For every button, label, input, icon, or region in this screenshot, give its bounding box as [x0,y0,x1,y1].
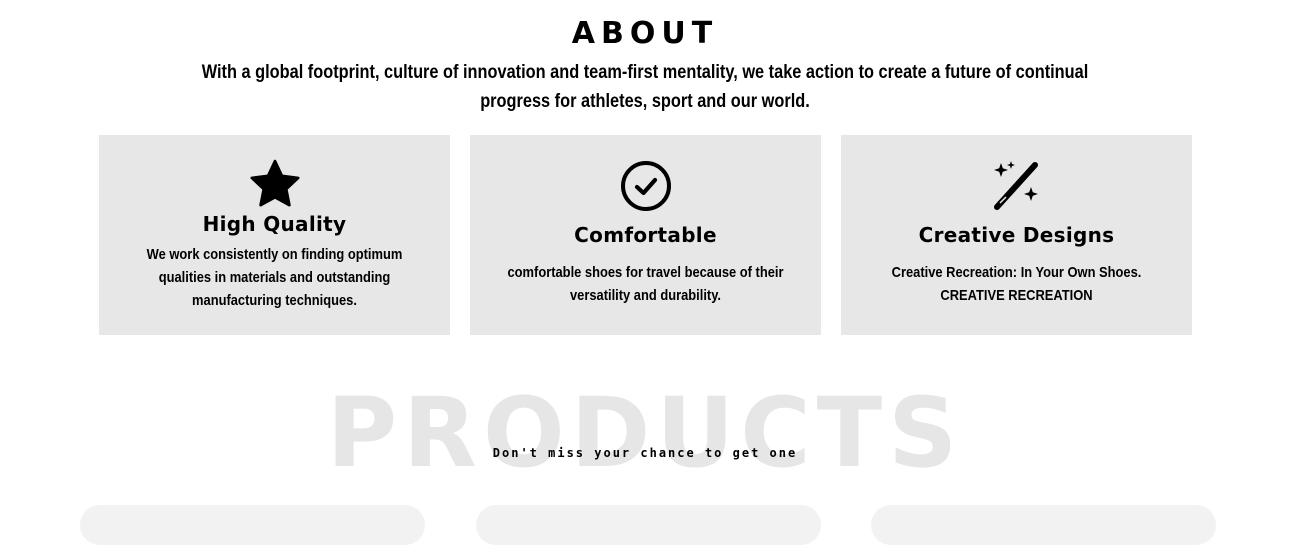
feature-title: High Quality [202,212,347,236]
feature-text: We work consistently on finding optimum … [146,246,403,309]
feature-title: Comfortable [574,223,717,247]
feature-text: Creative Recreation: In Your Own Shoes. … [891,264,1142,304]
magic-wand-icon [841,159,1192,213]
feature-card-creative-designs: Creative Designs Creative Recreation: In… [841,135,1192,335]
about-description: With a global footprint, culture of inno… [201,62,1089,112]
products-subtitle: Don't miss your chance to get one [492,446,798,460]
about-title: ABOUT [571,16,719,51]
product-card[interactable] [871,505,1216,545]
product-card[interactable] [80,505,425,545]
feature-card-comfortable: Comfortable comfortable shoes for travel… [470,135,821,335]
check-circle-icon [470,160,821,212]
feature-cards: High Quality We work consistently on fin… [99,135,1192,335]
feature-title: Creative Designs [918,223,1115,247]
product-card[interactable] [476,505,821,545]
feature-card-high-quality: High Quality We work consistently on fin… [99,135,450,335]
feature-text: comfortable shoes for travel because of … [507,264,784,304]
star-icon [99,157,450,211]
products-heading: PRODUCTS [326,377,964,489]
